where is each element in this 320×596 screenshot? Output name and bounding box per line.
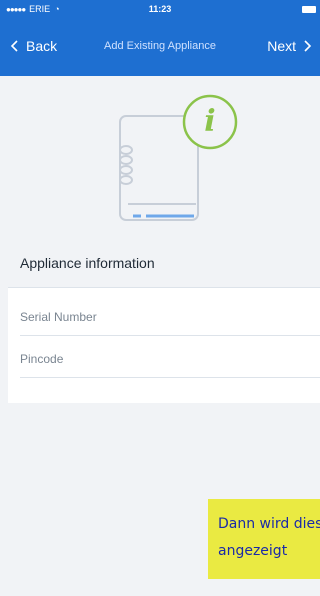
annotation-line-2: angezeigt	[218, 543, 288, 559]
annotation-line-1: Dann wird dies	[218, 516, 320, 532]
battery-icon	[302, 6, 316, 13]
next-label: Next	[267, 38, 296, 54]
serial-number-input[interactable]	[20, 298, 320, 335]
appliance-form	[8, 287, 320, 403]
status-time: 11:23	[148, 4, 172, 14]
chevron-right-icon	[304, 40, 312, 52]
status-bar: ●●●●● ERIE ◔ 11:23	[0, 0, 320, 20]
pincode-input[interactable]	[20, 340, 320, 377]
next-button[interactable]: Next	[267, 38, 314, 54]
header: ●●●●● ERIE ◔ 11:23 Back Add Existing App…	[0, 0, 320, 76]
navigation-bar: Back Add Existing Appliance Next	[0, 20, 320, 76]
serial-number-field[interactable]	[20, 298, 320, 336]
section-title: Appliance information	[20, 255, 155, 271]
manual-illustration: i	[0, 76, 320, 236]
info-badge-letter: i	[204, 104, 216, 139]
pincode-field[interactable]	[20, 340, 320, 378]
manual-book-icon	[119, 94, 238, 221]
annotation-note: Dann wird dies angezeigt	[208, 499, 320, 579]
